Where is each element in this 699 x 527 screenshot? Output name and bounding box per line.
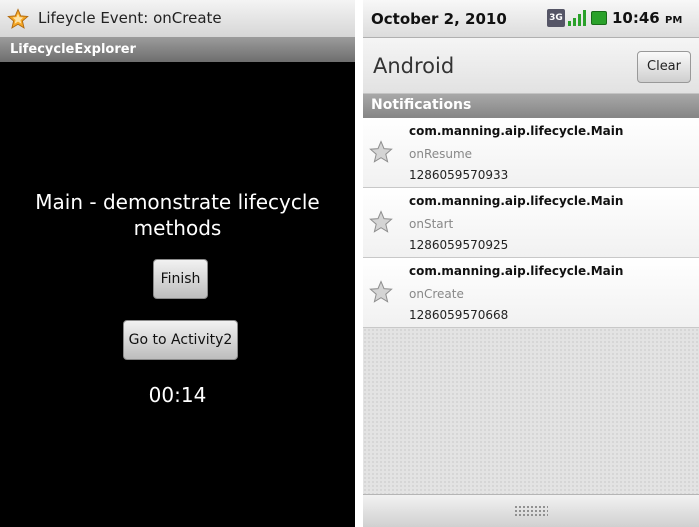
battery-icon	[591, 11, 607, 25]
star-icon	[369, 280, 393, 303]
notifications-section-header: Notifications	[363, 94, 699, 118]
notification-event: onStart	[409, 217, 454, 231]
elapsed-timer: 00:14	[148, 383, 207, 407]
right-phone-screen: October 2, 2010 3G 10:46 PM Android Clea…	[363, 0, 699, 527]
carrier-label: Android	[373, 54, 455, 78]
status-notification-title: Lifeycle Event: onCreate	[38, 9, 222, 27]
notification-timestamp: 1286059570668	[409, 308, 509, 322]
notification-package: com.manning.aip.lifecycle.Main	[409, 264, 624, 278]
main-description: Main - demonstrate lifecycle methods	[35, 190, 320, 240]
notification-list: com.manning.aip.lifecycle.Main onResume …	[363, 118, 699, 328]
clear-button[interactable]: Clear	[637, 51, 691, 83]
star-icon	[369, 210, 393, 233]
notification-item[interactable]: com.manning.aip.lifecycle.Main onCreate …	[363, 258, 699, 328]
notification-package: com.manning.aip.lifecycle.Main	[409, 194, 624, 208]
notification-panel-background	[363, 328, 699, 494]
notification-timestamp: 1286059570933	[409, 168, 509, 182]
star-notification-icon	[7, 8, 29, 29]
3g-icon: 3G	[547, 9, 565, 27]
notification-item[interactable]: com.manning.aip.lifecycle.Main onStart 1…	[363, 188, 699, 258]
go-to-activity2-button[interactable]: Go to Activity2	[123, 320, 238, 360]
notification-panel-header: Android Clear	[363, 38, 699, 94]
status-time-ampm: PM	[664, 15, 683, 26]
signal-icon	[568, 10, 586, 26]
notification-event: onResume	[409, 147, 473, 161]
notification-event: onCreate	[409, 287, 464, 301]
left-phone-screen: Lifeycle Event: onCreate LifecycleExplor…	[0, 0, 355, 527]
status-bar[interactable]: Lifeycle Event: onCreate	[0, 0, 355, 38]
app-title-bar: LifecycleExplorer	[0, 38, 355, 62]
notification-item[interactable]: com.manning.aip.lifecycle.Main onResume …	[363, 118, 699, 188]
status-date: October 2, 2010	[371, 10, 507, 28]
status-time-value: 10:46	[612, 9, 660, 27]
status-time: 10:46 PM	[612, 9, 682, 27]
notification-package: com.manning.aip.lifecycle.Main	[409, 124, 624, 138]
notification-timestamp: 1286059570925	[409, 238, 509, 252]
star-icon	[369, 140, 393, 163]
screen-divider	[355, 0, 363, 527]
status-bar[interactable]: October 2, 2010 3G 10:46 PM	[363, 0, 699, 38]
finish-button[interactable]: Finish	[153, 259, 208, 299]
grip-icon	[514, 505, 548, 517]
drawer-handle[interactable]	[363, 494, 699, 527]
